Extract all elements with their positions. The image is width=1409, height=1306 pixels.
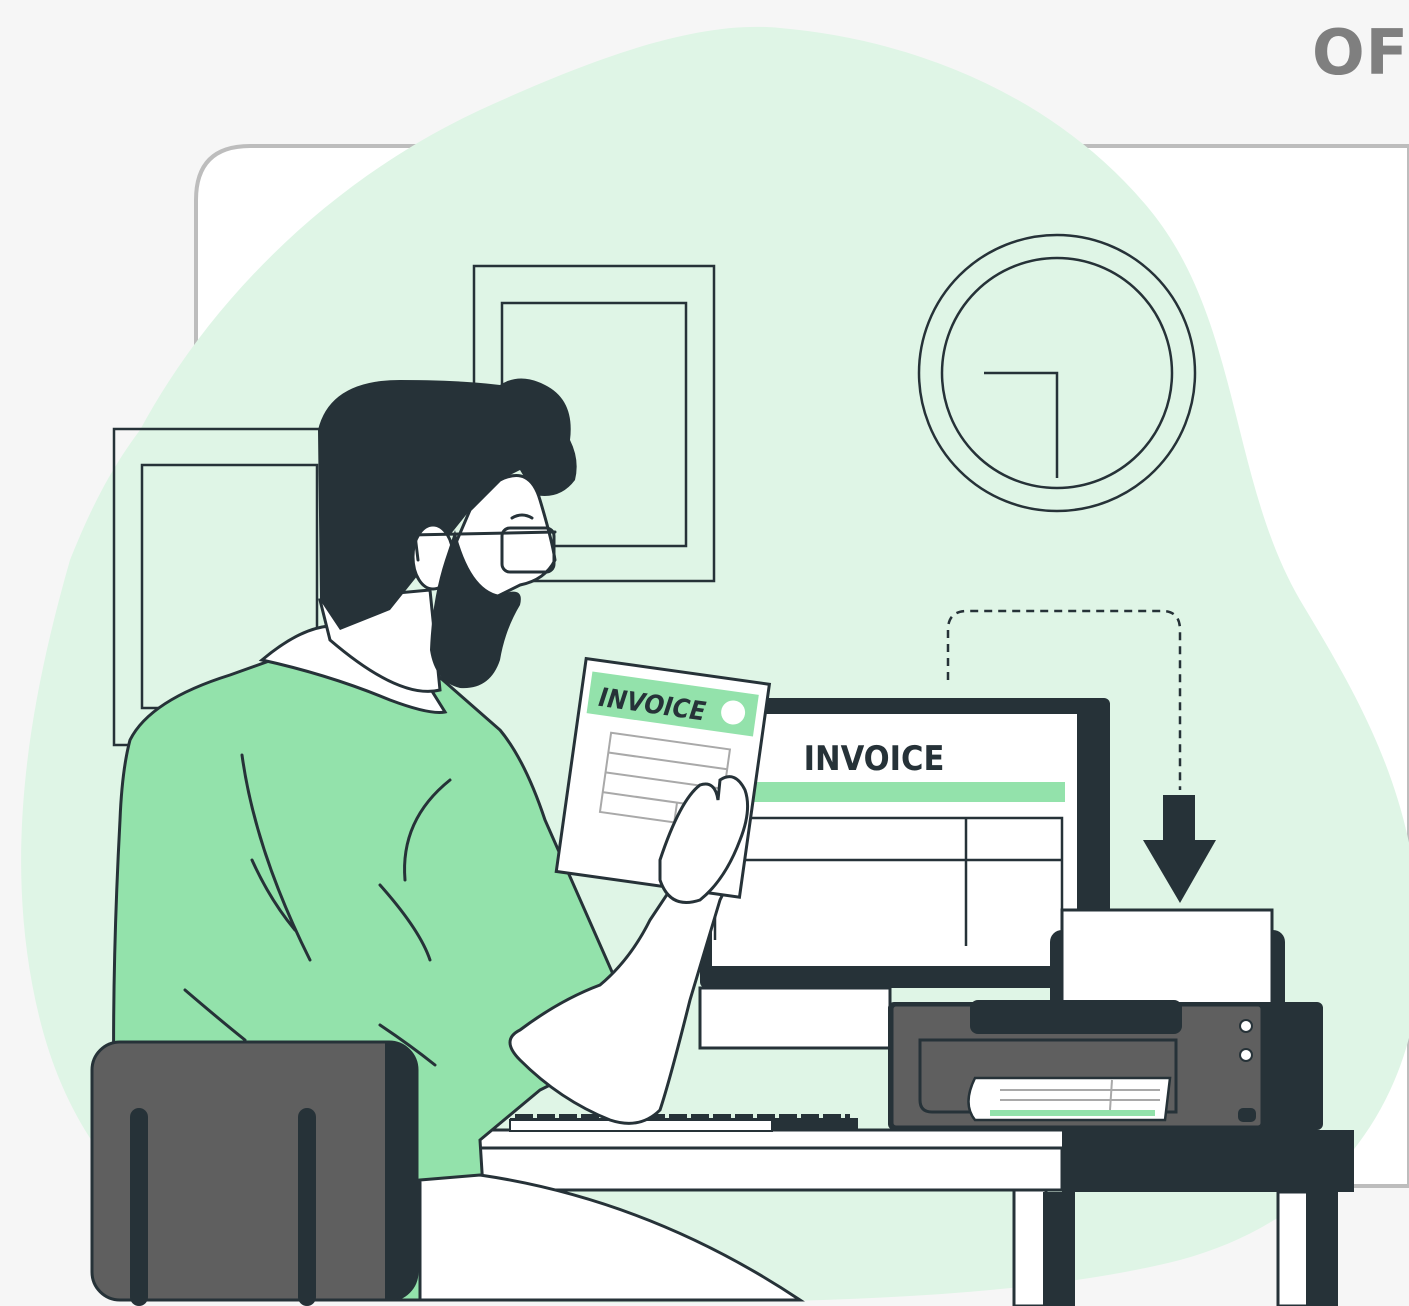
monitor-invoice-heading: INVOICE [804, 739, 945, 779]
invoice-illustration: INVOICE INVOICE [21, 26, 1409, 1306]
keyboard [509, 1114, 858, 1132]
chair [90, 1040, 419, 1306]
